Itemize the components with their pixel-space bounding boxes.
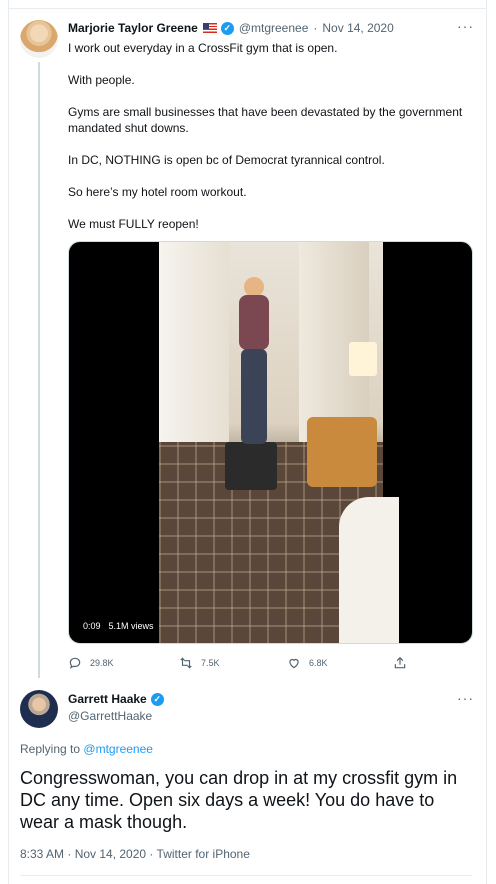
more-icon[interactable]: ··· (457, 18, 474, 34)
tweet2-text: Congresswoman, you can drop in at my cro… (20, 768, 458, 832)
tweet-line: With people. (68, 73, 135, 87)
reply-count: 29.8K (90, 658, 114, 668)
share-icon (394, 656, 406, 669)
thread-connector-line (38, 62, 40, 678)
author-handle[interactable]: @mtgreenee (239, 21, 309, 35)
reply-icon (69, 657, 81, 669)
video-duration: 0:09 (83, 621, 101, 631)
tweet-line: We must FULLY reopen! (68, 217, 199, 231)
replying-prefix: Replying to (20, 742, 81, 756)
like-icon (289, 658, 299, 669)
verified-badge-icon: ✓ (220, 21, 234, 35)
replying-to: Replying to @mtgreenee (20, 742, 153, 756)
bottom-divider (20, 875, 472, 876)
author-handle[interactable]: @GarrettHaake (68, 709, 152, 723)
tweet-line: So here’s my hotel room workout. (68, 185, 247, 199)
video-views: 5.1M views (108, 621, 154, 631)
verified-badge-icon: ✓ (150, 692, 164, 706)
author-name[interactable]: Garrett Haake (68, 692, 147, 706)
retweet-icon (180, 657, 192, 669)
reply-button[interactable]: 29.8K (68, 655, 114, 671)
us-flag-icon (202, 23, 217, 33)
video-frame (159, 242, 399, 643)
author-name[interactable]: Marjorie Taylor Greene (68, 21, 198, 35)
share-button[interactable] (393, 655, 407, 671)
tweet2-timestamp-source[interactable]: 8:33 AM · Nov 14, 2020 · Twitter for iPh… (20, 847, 250, 861)
retweet-button[interactable]: 7.5K (179, 655, 220, 671)
reply-mention-link[interactable]: @mtgreenee (83, 742, 153, 756)
tweet2-author-row: Garrett Haake ✓ (68, 692, 164, 706)
avatar-mtg[interactable] (20, 20, 58, 58)
tweet1-actions: 29.8K 7.5K 6.8K (68, 655, 472, 671)
tweet-line: I work out everyday in a CrossFit gym th… (68, 41, 338, 55)
video-player[interactable]: 0:09 5.1M views (68, 241, 473, 644)
like-count: 6.8K (309, 658, 328, 668)
tweet1-header: Marjorie Taylor Greene ✓ @mtgreenee · No… (68, 20, 394, 36)
more-icon[interactable]: ··· (457, 690, 474, 706)
top-divider (8, 8, 487, 9)
avatar-garrett[interactable] (20, 690, 58, 728)
tweet-date[interactable]: Nov 14, 2020 (322, 21, 393, 35)
tweet-line: Gyms are small businesses that have been… (68, 105, 463, 135)
like-button[interactable]: 6.8K (287, 655, 328, 671)
retweet-count: 7.5K (201, 658, 220, 668)
video-meta: 0:09 5.1M views (83, 621, 154, 631)
separator-dot: · (313, 21, 318, 35)
tweet-line: In DC, NOTHING is open bc of Democrat ty… (68, 153, 385, 167)
